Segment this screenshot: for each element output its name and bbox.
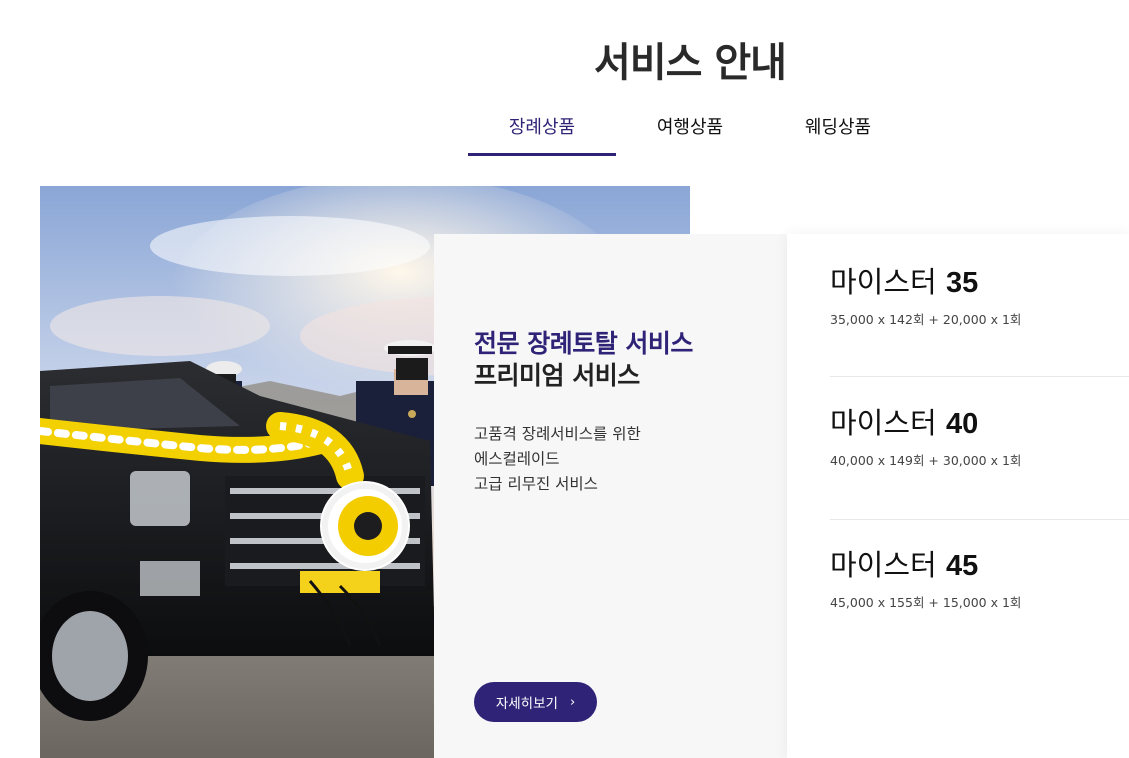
product-number: 35 [945, 267, 979, 299]
divider [830, 519, 1129, 520]
tab-bar: 장례상품 여행상품 웨딩상품 [468, 100, 912, 156]
product-number: 40 [945, 408, 979, 440]
tab-travel[interactable]: 여행상품 [616, 100, 764, 156]
desc-line: 에스컬레이드 [474, 450, 560, 468]
service-info-card: 전문 장례토탈 서비스 프리미엄 서비스 고품격 장례서비스를 위한 에스컬레이… [434, 234, 787, 758]
chevron-right-icon: › [569, 694, 576, 710]
product-price: 45,000 x 155회 + 15,000 x 1회 [830, 595, 1022, 610]
product-number: 45 [945, 550, 979, 582]
product-price: 35,000 x 142회 + 20,000 x 1회 [830, 312, 1022, 327]
page-title: 서비스 안내 [594, 40, 787, 86]
product-list: 마이스터 35 35,000 x 142회 + 20,000 x 1회 마이스터… [787, 234, 1129, 758]
tab-funeral[interactable]: 장례상품 [468, 100, 616, 156]
product-price: 40,000 x 149회 + 30,000 x 1회 [830, 453, 1022, 468]
product-name: 마이스터 35 [830, 265, 979, 299]
page: 서비스 안내 장례상품 여행상품 웨딩상품 전문 장례토탈 서비스 프리미엄 서… [0, 0, 1129, 758]
product-name: 마이스터 40 [830, 406, 979, 440]
divider [830, 376, 1129, 377]
view-details-label: 자세히보기 [495, 696, 558, 712]
service-description: 고품격 장례서비스를 위한 에스컬레이드 고급 리무진 서비스 [474, 422, 641, 497]
service-title: 프리미엄 서비스 [474, 361, 640, 390]
product-name: 마이스터 45 [830, 548, 979, 582]
product-item[interactable]: 마이스터 40 40,000 x 149회 + 30,000 x 1회 [830, 400, 1129, 469]
desc-line: 고급 리무진 서비스 [474, 475, 598, 493]
product-item[interactable]: 마이스터 45 45,000 x 155회 + 15,000 x 1회 [830, 542, 1129, 611]
service-title-accent: 전문 장례토탈 서비스 [474, 329, 693, 358]
tab-wedding[interactable]: 웨딩상품 [764, 100, 912, 156]
product-item[interactable]: 마이스터 35 35,000 x 142회 + 20,000 x 1회 [830, 259, 1129, 328]
desc-line: 고품격 장례서비스를 위한 [474, 425, 641, 443]
view-details-button[interactable]: 자세히보기 › [474, 682, 597, 722]
